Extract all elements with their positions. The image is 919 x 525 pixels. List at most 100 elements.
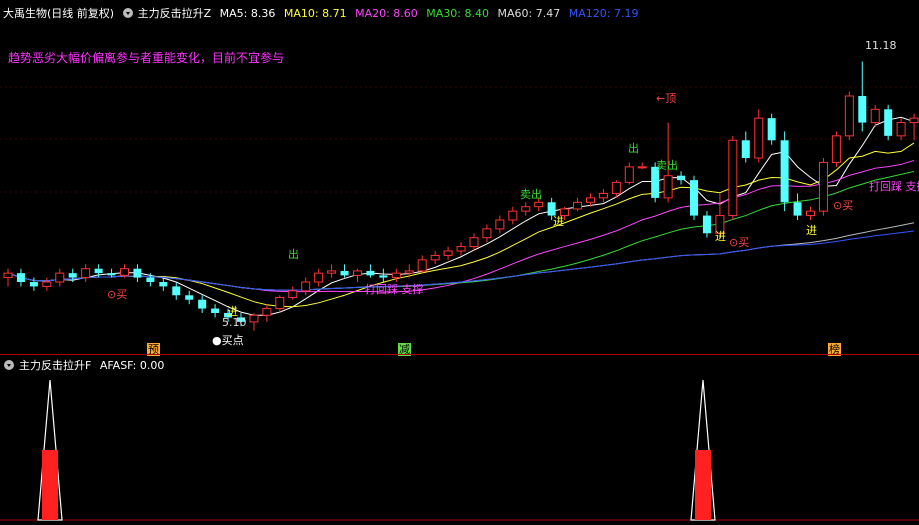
candle[interactable] <box>521 202 531 216</box>
candle-body <box>42 281 52 287</box>
candle-body <box>68 273 77 278</box>
ma10-value: MA10: 8.71 <box>283 7 347 20</box>
candle[interactable] <box>81 264 91 282</box>
candle[interactable] <box>185 290 194 305</box>
candle-body <box>793 202 802 216</box>
signal-in-label: 进 <box>806 224 817 237</box>
candle-body <box>119 268 129 276</box>
candle[interactable] <box>806 206 816 220</box>
candle-body <box>185 295 194 300</box>
candle[interactable] <box>844 91 854 141</box>
candle[interactable] <box>366 264 375 278</box>
candle-body <box>262 308 272 316</box>
candle[interactable] <box>728 135 738 220</box>
afasf-spike[interactable] <box>37 379 63 521</box>
candle[interactable] <box>573 197 583 212</box>
indicator-name[interactable]: 主力反击拉升Z <box>138 7 212 20</box>
candle[interactable] <box>702 211 711 238</box>
candle[interactable] <box>275 295 285 313</box>
candle[interactable] <box>741 131 750 163</box>
candle[interactable] <box>249 313 259 331</box>
candle-body <box>249 314 259 323</box>
indicator-menu-icon[interactable] <box>122 8 133 18</box>
candle-body <box>573 201 583 210</box>
candle-body <box>443 250 453 256</box>
candle[interactable] <box>262 304 272 322</box>
candle[interactable] <box>352 268 362 282</box>
candle[interactable] <box>754 109 764 163</box>
candle[interactable] <box>391 268 401 282</box>
candle[interactable] <box>119 264 129 278</box>
candle[interactable] <box>909 113 919 141</box>
candle[interactable] <box>55 268 65 287</box>
afasf-chart[interactable] <box>0 370 919 525</box>
candle-body <box>870 108 880 124</box>
candle-body <box>55 272 65 283</box>
candle[interactable] <box>896 118 906 141</box>
ma20-line <box>7 159 915 293</box>
candle[interactable] <box>677 171 686 185</box>
candle[interactable] <box>198 295 207 313</box>
candle[interactable] <box>314 268 324 287</box>
candle-body <box>107 273 116 276</box>
candle[interactable] <box>159 277 168 291</box>
candle-body <box>780 140 789 203</box>
stock-title[interactable]: 大禹生物(日线 前复权) <box>3 7 114 20</box>
candle[interactable] <box>288 286 298 300</box>
candle[interactable] <box>443 246 453 260</box>
signal-buy-label: ⊙买 <box>729 236 750 249</box>
candle-body <box>598 192 608 199</box>
candle[interactable] <box>482 224 492 243</box>
candle[interactable] <box>495 215 505 234</box>
main-panel-header: 大禹生物(日线 前复权) 主力反击拉升Z MA5: 8.36 MA10: 8.7… <box>0 5 643 23</box>
candle[interactable] <box>456 242 466 256</box>
candle[interactable] <box>624 162 634 185</box>
candle[interactable] <box>793 193 802 220</box>
ma60-value: MA60: 7.47 <box>497 7 561 20</box>
candle-body <box>159 282 168 287</box>
candle[interactable] <box>430 251 440 265</box>
candle[interactable] <box>211 304 220 318</box>
high-price-label: 11.18 <box>865 39 897 52</box>
candle-body <box>379 275 388 278</box>
candle[interactable] <box>327 264 337 278</box>
candle-body <box>741 140 750 158</box>
candle[interactable] <box>3 268 13 287</box>
candle[interactable] <box>172 282 181 300</box>
candle-body <box>818 161 828 212</box>
candle[interactable] <box>884 104 893 141</box>
candle-body <box>831 135 841 163</box>
candle[interactable] <box>340 264 349 278</box>
candle[interactable] <box>417 255 427 274</box>
candle[interactable] <box>690 175 699 220</box>
candle[interactable] <box>637 162 647 170</box>
ma30-value: MA30: 8.40 <box>426 7 490 20</box>
ma20-value: MA20: 8.60 <box>355 7 418 20</box>
candle-body <box>133 268 142 278</box>
candle[interactable] <box>831 131 841 167</box>
candle[interactable] <box>508 206 518 225</box>
candle-body <box>508 210 518 221</box>
candle[interactable] <box>780 131 789 212</box>
candle[interactable] <box>16 268 25 287</box>
cross-support-label: 打回踩 支撑 <box>365 283 424 296</box>
candle[interactable] <box>598 189 608 203</box>
candle[interactable] <box>133 264 142 282</box>
candle-body <box>198 299 207 309</box>
candle-body <box>430 254 440 261</box>
candle-body <box>754 117 764 159</box>
candle[interactable] <box>818 158 828 216</box>
afasf-spike[interactable] <box>690 379 716 521</box>
candle[interactable] <box>379 268 388 282</box>
candle[interactable] <box>767 113 776 145</box>
candle-body <box>275 297 285 310</box>
candle[interactable] <box>301 277 311 296</box>
signal-sell-label: 卖出 <box>656 159 678 172</box>
candle-body <box>690 180 699 216</box>
panel-separator[interactable] <box>0 354 919 355</box>
indicator-menu-icon[interactable] <box>4 360 14 370</box>
candlestick-chart[interactable] <box>0 22 919 352</box>
candle[interactable] <box>858 61 867 132</box>
ma120-value: MA120: 7.19 <box>568 7 639 20</box>
candle[interactable] <box>42 277 52 291</box>
